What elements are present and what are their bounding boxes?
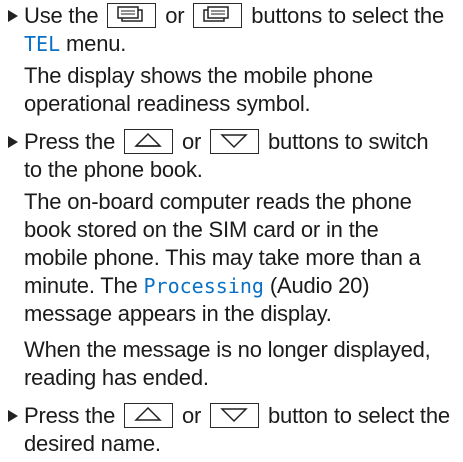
instruction-line: TEL menu. bbox=[24, 31, 127, 56]
bullet-arrow-icon bbox=[8, 136, 18, 148]
instruction-line: mobile phone. This may take more than a bbox=[24, 245, 421, 270]
arrow-down-button-icon bbox=[210, 129, 260, 154]
instruction-line: When the message is no longer displayed, bbox=[24, 337, 431, 362]
page-right-button-icon bbox=[193, 3, 243, 28]
instruction-line: Press the or button to select the bbox=[24, 403, 450, 428]
instruction-line: book stored on the SIM card or in the bbox=[24, 217, 379, 242]
instruction-line: desired name. bbox=[24, 431, 161, 456]
instruction-line: operational readiness symbol. bbox=[24, 91, 311, 116]
display-text-processing: Processing bbox=[143, 274, 264, 298]
arrow-up-button-icon bbox=[124, 403, 174, 428]
bullet-arrow-icon bbox=[8, 10, 18, 22]
instruction-line: The display shows the mobile phone bbox=[24, 63, 374, 88]
instruction-line: Press the or buttons to switch bbox=[24, 129, 429, 154]
instruction-line: to the phone book. bbox=[24, 157, 203, 182]
arrow-down-button-icon bbox=[210, 403, 260, 428]
instruction-line: reading has ended. bbox=[24, 365, 209, 390]
bullet-arrow-icon bbox=[8, 410, 18, 422]
page-left-button-icon bbox=[107, 3, 157, 28]
arrow-up-button-icon bbox=[124, 129, 174, 154]
instruction-line: Use the or buttons to select the bbox=[24, 3, 444, 28]
instruction-line: message appears in the display. bbox=[24, 301, 332, 326]
instruction-page: Use the or buttons to select the TEL men… bbox=[0, 0, 463, 462]
instruction-line: The on-board computer reads the phone bbox=[24, 189, 412, 214]
display-text-tel: TEL bbox=[24, 32, 61, 56]
instruction-line: minute. The Processing (Audio 20) bbox=[24, 273, 370, 298]
